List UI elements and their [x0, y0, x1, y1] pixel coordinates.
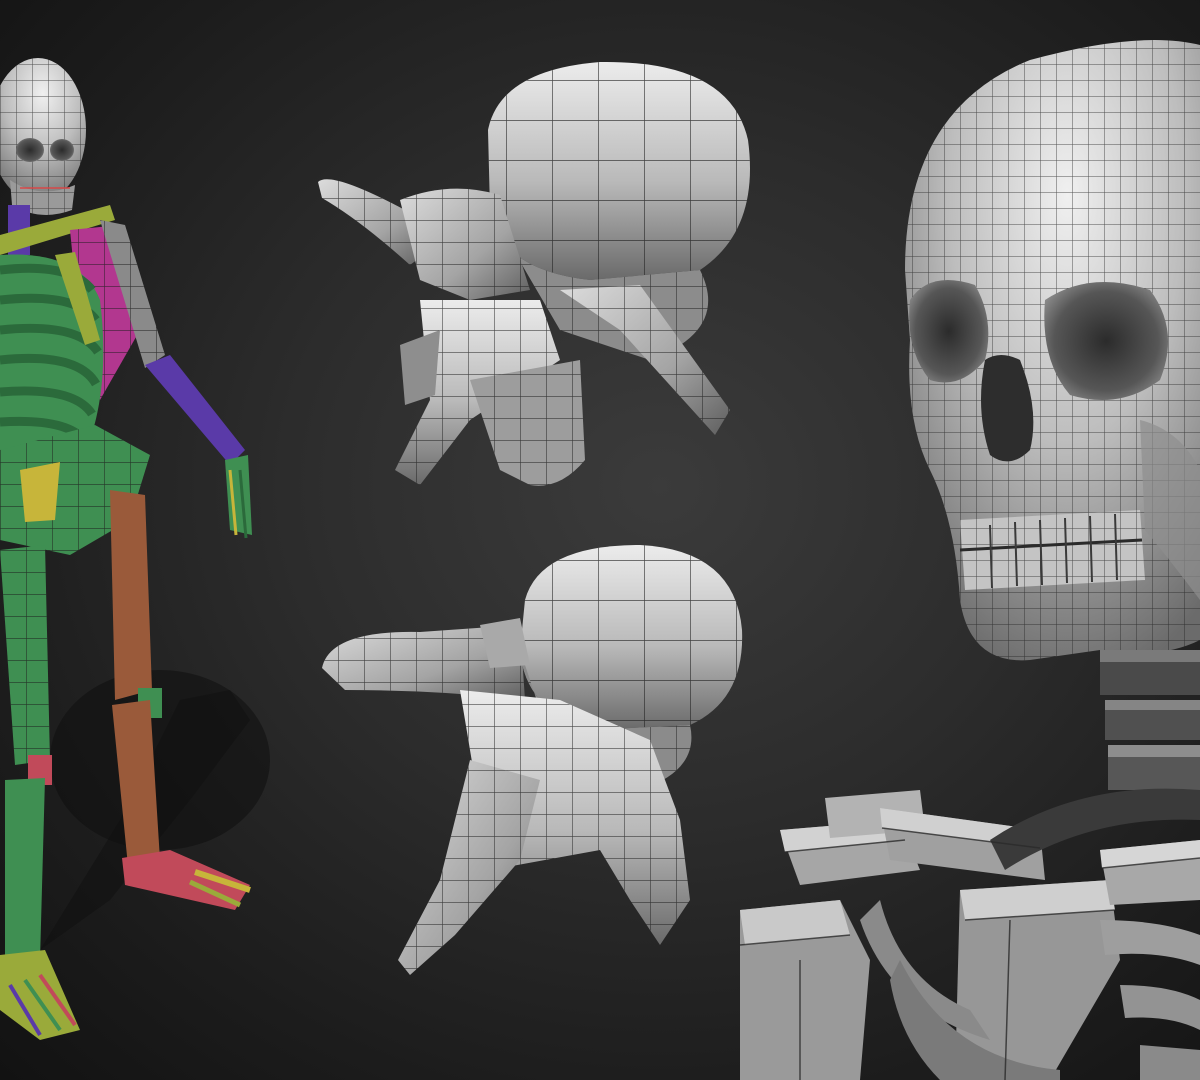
closeup-skull-right-orbit — [1044, 282, 1168, 400]
vertebra-top — [318, 61, 750, 486]
full-skeleton-skull — [0, 58, 86, 215]
left-foot — [122, 850, 251, 910]
lowpoly-ribcage — [739, 650, 1200, 1080]
right-foot — [0, 950, 80, 1040]
ribcage — [0, 254, 104, 454]
left-hand — [225, 455, 252, 539]
full-skeleton — [0, 58, 270, 1040]
render-viewport — [0, 0, 1200, 1080]
closeup-skull — [905, 40, 1200, 661]
closeup-skull-teeth — [959, 510, 1145, 590]
skeleton-render-canvas — [0, 40, 1200, 1080]
vertebra-bottom — [322, 545, 743, 975]
cervical-vertebrae — [1100, 650, 1200, 790]
